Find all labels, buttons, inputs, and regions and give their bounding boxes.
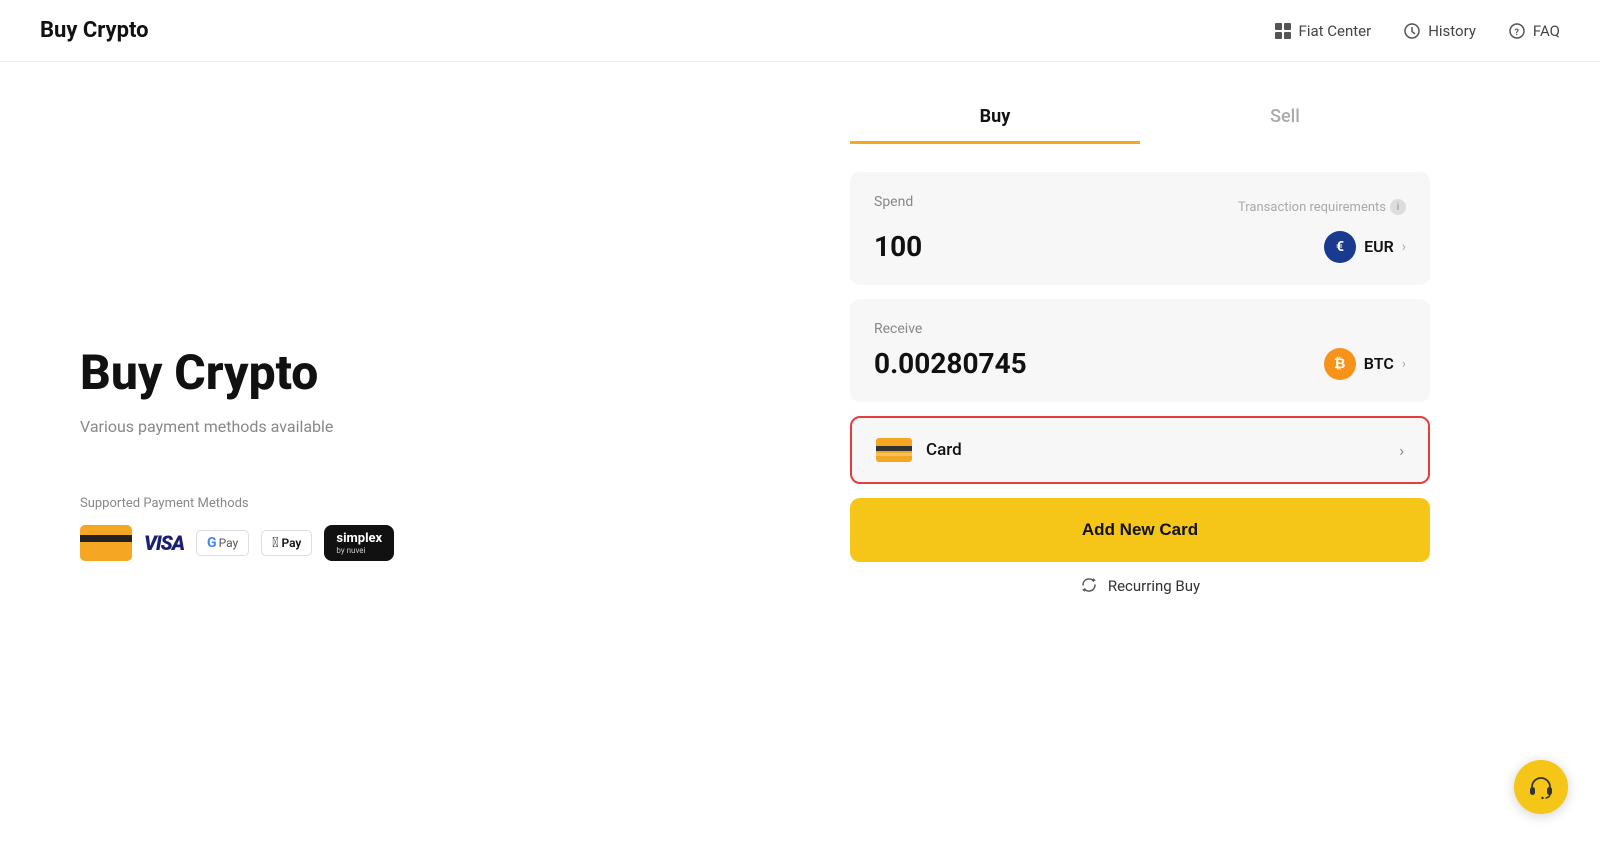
recurring-icon bbox=[1080, 576, 1100, 596]
simplex-payment-icon: simplex by nuvei bbox=[324, 525, 394, 561]
grid-icon bbox=[1274, 22, 1292, 40]
card-icon-small bbox=[876, 438, 912, 462]
transaction-req: Transaction requirements i bbox=[1238, 199, 1406, 215]
payment-method-label: Card bbox=[926, 440, 962, 460]
btc-code: BTC bbox=[1364, 354, 1394, 373]
card-stripe-2 bbox=[80, 545, 132, 549]
payment-method-arrow: › bbox=[1399, 441, 1404, 460]
add-new-card-button[interactable]: Add New Card bbox=[850, 498, 1430, 562]
headphone-icon bbox=[1528, 774, 1554, 800]
payment-selector-left: Card bbox=[876, 438, 962, 462]
history-label: History bbox=[1428, 22, 1476, 40]
spend-card: Spend Transaction requirements i 100 € E… bbox=[850, 172, 1430, 285]
faq-nav[interactable]: ? FAQ bbox=[1508, 22, 1560, 40]
left-panel: Buy Crypto Various payment methods avail… bbox=[0, 62, 680, 843]
header: Buy Crypto Fiat Center History bbox=[0, 0, 1600, 62]
buy-sell-tabs: Buy Sell bbox=[850, 92, 1430, 144]
eur-arrow: › bbox=[1402, 239, 1406, 255]
receive-card: Receive 0.00280745 ₿ BTC › bbox=[850, 299, 1430, 402]
hero-title: Buy Crypto bbox=[80, 344, 600, 401]
svg-text:?: ? bbox=[1514, 28, 1519, 38]
payment-method-selector[interactable]: Card › bbox=[850, 416, 1430, 484]
gpay-payment-icon: GPay bbox=[196, 530, 249, 556]
header-title: Buy Crypto bbox=[40, 18, 149, 43]
eur-symbol: € bbox=[1336, 239, 1344, 255]
right-panel: Buy Sell Spend Transaction requirements … bbox=[680, 62, 1600, 843]
recurring-buy-label: Recurring Buy bbox=[1108, 577, 1200, 595]
faq-label: FAQ bbox=[1533, 22, 1560, 40]
card-stripe-1 bbox=[80, 535, 132, 542]
btc-icon: ₿ bbox=[1324, 348, 1356, 380]
clock-icon bbox=[1403, 22, 1421, 40]
btc-symbol: ₿ bbox=[1334, 355, 1345, 372]
eur-currency-selector[interactable]: € EUR › bbox=[1324, 231, 1406, 263]
card-payment-icon bbox=[80, 525, 132, 561]
tab-sell[interactable]: Sell bbox=[1140, 92, 1430, 144]
visa-payment-icon: VISA bbox=[144, 531, 184, 555]
support-bubble[interactable] bbox=[1514, 760, 1568, 814]
main-content: Buy Crypto Various payment methods avail… bbox=[0, 62, 1600, 843]
btc-currency-selector[interactable]: ₿ BTC › bbox=[1324, 348, 1406, 380]
card-small-stripe-1 bbox=[876, 446, 912, 451]
transaction-req-text: Transaction requirements bbox=[1238, 200, 1386, 215]
tab-buy[interactable]: Buy bbox=[850, 92, 1140, 144]
spend-label: Spend bbox=[874, 194, 913, 210]
card-small-stripe-2 bbox=[876, 453, 912, 456]
btc-arrow: › bbox=[1402, 356, 1406, 372]
payment-icons: VISA GPay  Pay simplex by nuvei bbox=[80, 525, 600, 561]
question-icon: ? bbox=[1508, 22, 1526, 40]
eur-code: EUR bbox=[1364, 237, 1394, 256]
recurring-buy[interactable]: Recurring Buy bbox=[1080, 576, 1200, 596]
spend-row: 100 € EUR › bbox=[874, 230, 1406, 263]
fiat-center-nav[interactable]: Fiat Center bbox=[1274, 22, 1372, 40]
hero-subtitle: Various payment methods available bbox=[80, 417, 600, 436]
spend-value[interactable]: 100 bbox=[874, 230, 922, 263]
payment-methods-label: Supported Payment Methods bbox=[80, 496, 600, 511]
fiat-center-label: Fiat Center bbox=[1299, 22, 1372, 40]
info-icon[interactable]: i bbox=[1390, 199, 1406, 215]
receive-value: 0.00280745 bbox=[874, 347, 1027, 380]
history-nav[interactable]: History bbox=[1403, 22, 1476, 40]
receive-row: 0.00280745 ₿ BTC › bbox=[874, 347, 1406, 380]
receive-label: Receive bbox=[874, 321, 1406, 337]
eur-icon: € bbox=[1324, 231, 1356, 263]
applepay-payment-icon:  Pay bbox=[261, 530, 312, 556]
header-nav: Fiat Center History ? FAQ bbox=[1274, 22, 1560, 40]
